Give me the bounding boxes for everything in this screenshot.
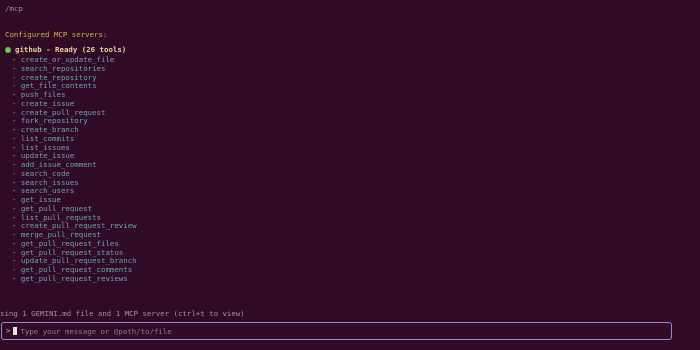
tool-name: get_file_contents [20, 81, 97, 91]
list-bullet: - [12, 273, 21, 283]
list-bullet: - [12, 203, 21, 213]
list-bullet: - [12, 72, 21, 82]
list-bullet: - [12, 168, 21, 178]
tool-name: create_issue [20, 98, 75, 108]
list-bullet: - [12, 256, 21, 266]
server-entry-github: github - Ready (26 tools) [5, 45, 127, 55]
list-bullet: - [12, 212, 21, 222]
list-bullet: - [12, 133, 21, 143]
list-bullet: - [12, 160, 21, 169]
tool-name: get_pull_request_comments [20, 265, 133, 274]
tool-name: create_pull_request [20, 107, 106, 117]
list-bullet: - [12, 230, 21, 239]
list-bullet: - [12, 125, 21, 134]
tool-name: merge_pull_request [20, 230, 101, 239]
tool-name: get_pull_request_reviews [20, 273, 128, 283]
tool-name: create_branch [20, 125, 79, 134]
tool-name: get_pull_request [20, 203, 93, 213]
list-bullet: - [12, 186, 21, 196]
list-bullet: - [12, 221, 21, 231]
tool-name: update_pull_request_branch [20, 256, 137, 266]
ready-status-icon [5, 47, 11, 54]
list-bullet: - [12, 81, 21, 91]
list-bullet: - [12, 247, 21, 257]
tool-name: push_files [20, 90, 66, 99]
tool-name: fork_repository [20, 116, 88, 126]
list-bullet: - [12, 107, 21, 117]
tool-name: get_pull_request_status [20, 247, 124, 257]
list-bullet: - [12, 195, 21, 204]
list-bullet: - [12, 265, 21, 274]
server-name: github [15, 45, 42, 54]
list-bullet: - [12, 238, 21, 248]
tool-name: get_issue [20, 195, 61, 204]
server-status: - Ready (26 tools) [41, 45, 127, 54]
list-bullet: - [12, 151, 21, 161]
terminal-window: /mcp Configured MCP servers: github - Re… [0, 0, 700, 350]
tool-list: - create_or_update_file - search_reposito… [12, 55, 137, 284]
command-echo: /mcp [5, 4, 23, 13]
tool-name: update_issue [20, 151, 75, 161]
tool-name: search_code [20, 168, 70, 178]
tool-name: add_issue_comment [20, 160, 97, 169]
list-bullet: - [12, 90, 21, 99]
text-cursor [13, 327, 18, 335]
tool-name: get_pull_request_files [20, 238, 119, 248]
tool-name: create_or_update_file [20, 55, 115, 64]
message-input[interactable] [20, 326, 671, 336]
mcp-servers-heading: Configured MCP servers: [5, 30, 108, 39]
message-input-box[interactable]: > [1, 322, 672, 340]
list-bullet: - [12, 177, 21, 187]
list-bullet: - [12, 142, 21, 152]
tool-name: create_repository [20, 72, 97, 82]
tool-name: list_pull_requests [20, 212, 101, 222]
list-bullet: - [12, 63, 21, 73]
prompt-chevron-icon: > [6, 325, 11, 335]
tool-name: search_issues [20, 177, 79, 187]
tool-name: list_issues [20, 142, 70, 152]
list-bullet: - [12, 116, 21, 126]
tool-list-item: - get_pull_request_reviews [12, 273, 137, 284]
tool-name: search_repositories [20, 63, 106, 73]
context-info-text: sing 1 GEMINI.md file and 1 MCP server (… [0, 309, 245, 318]
tool-name: create_pull_request_review [20, 221, 137, 231]
list-bullet: - [12, 98, 21, 108]
list-bullet: - [12, 55, 21, 64]
tool-name: search_users [20, 186, 75, 196]
tool-name: list_commits [20, 133, 75, 143]
